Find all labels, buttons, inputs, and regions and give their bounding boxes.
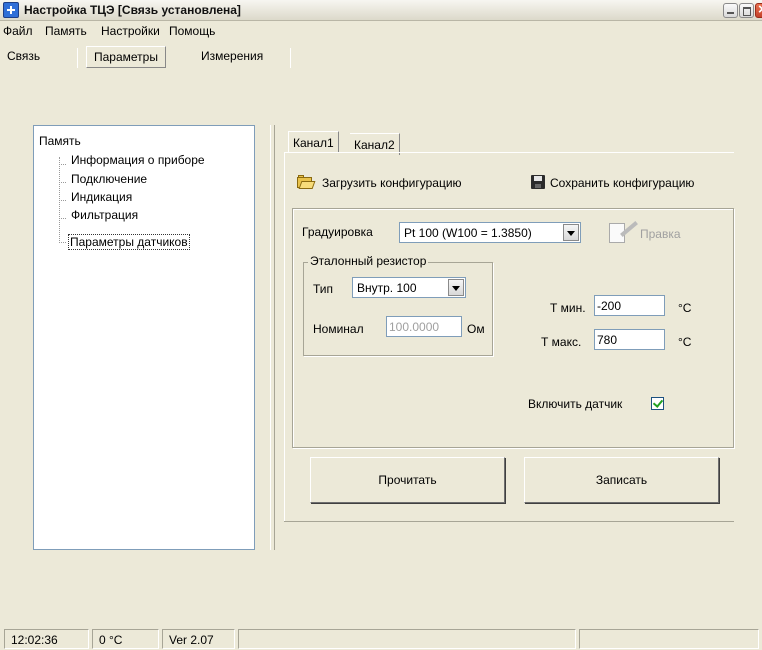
tmin-field[interactable]: -200	[594, 295, 665, 316]
tree-item-filtering[interactable]: Фильтрация	[71, 208, 138, 222]
memory-tree[interactable]: Память Информация о приборе Подключение …	[33, 125, 255, 550]
save-config-button[interactable]: Сохранить конфигурацию	[550, 176, 694, 190]
tab-parameters[interactable]: Параметры	[86, 46, 166, 68]
chevron-down-icon[interactable]	[563, 224, 579, 241]
status-message	[238, 629, 576, 649]
tree-root-memory[interactable]: Память	[39, 134, 81, 148]
tree-connector	[59, 218, 66, 219]
edit-document-icon	[607, 219, 638, 245]
tab-separator	[77, 48, 78, 68]
chevron-down-icon[interactable]	[448, 279, 464, 296]
tmax-field[interactable]: 780	[594, 329, 665, 350]
status-temperature: 0 °C	[92, 629, 159, 649]
nominal-unit: Ом	[467, 322, 485, 336]
read-button[interactable]: Прочитать	[310, 457, 505, 503]
tree-connector	[59, 182, 66, 183]
title-bar[interactable]: Настройка ТЦЭ [Связь установлена]	[0, 0, 762, 21]
menu-file[interactable]: Файл	[3, 24, 33, 38]
minimize-button[interactable]	[723, 3, 738, 18]
tmax-label: Т макс.	[541, 335, 582, 349]
tree-connector	[59, 164, 66, 165]
tree-item-device-info[interactable]: Информация о приборе	[71, 153, 205, 167]
status-extra	[579, 629, 759, 649]
resistor-type-value: Внутр. 100	[357, 281, 417, 295]
status-version: Ver 2.07	[162, 629, 235, 649]
enable-sensor-checkbox[interactable]	[651, 397, 664, 410]
calibration-label: Градуировка	[302, 225, 373, 239]
tab-page-border	[284, 152, 734, 153]
maximize-button[interactable]	[739, 3, 754, 18]
window-title: Настройка ТЦЭ [Связь установлена]	[24, 3, 241, 17]
tmax-unit: °C	[678, 335, 692, 349]
panel-splitter[interactable]	[270, 125, 275, 550]
tree-connector	[59, 200, 66, 201]
tab-channel1[interactable]: Канал1	[288, 131, 339, 153]
menu-memory[interactable]: Память	[45, 24, 87, 38]
write-button[interactable]: Записать	[524, 457, 719, 503]
type-label: Тип	[313, 282, 334, 296]
calibration-value: Pt 100 (W100 = 1.3850)	[404, 226, 532, 240]
save-disk-icon[interactable]	[531, 175, 545, 189]
nominal-label: Номинал	[313, 322, 364, 336]
enable-sensor-label: Включить датчик	[528, 397, 623, 411]
tree-item-indication[interactable]: Индикация	[71, 190, 132, 204]
tree-item-connection[interactable]: Подключение	[71, 172, 147, 186]
status-bar: 12:02:36 0 °C Ver 2.07	[0, 626, 762, 650]
status-time: 12:02:36	[4, 629, 89, 649]
tree-item-sensor-params[interactable]: Параметры датчиков	[68, 234, 190, 250]
menu-bar: Файл Память Настройки Помощь	[0, 21, 762, 40]
nominal-field[interactable]: 100.0000	[386, 316, 462, 337]
tab-connection[interactable]: Связь	[0, 46, 47, 68]
tab-page-border	[284, 152, 285, 522]
app-icon	[3, 2, 19, 18]
edit-button[interactable]: Правка	[640, 227, 681, 241]
tmin-label: Т мин.	[550, 301, 586, 315]
tmin-unit: °C	[678, 301, 692, 315]
tab-page-border	[284, 521, 734, 522]
tree-connector	[59, 242, 66, 243]
tab-measurements[interactable]: Измерения	[194, 46, 270, 68]
load-config-button[interactable]: Загрузить конфигурацию	[322, 176, 462, 190]
menu-help[interactable]: Помощь	[169, 24, 215, 38]
open-folder-icon[interactable]	[297, 175, 316, 189]
reference-resistor-legend: Эталонный резистор	[308, 254, 429, 268]
menu-settings[interactable]: Настройки	[101, 24, 160, 38]
calibration-select[interactable]: Pt 100 (W100 = 1.3850)	[399, 222, 581, 243]
tab-separator	[290, 48, 291, 68]
resistor-type-select[interactable]: Внутр. 100	[352, 277, 466, 298]
close-button[interactable]	[755, 1, 762, 18]
